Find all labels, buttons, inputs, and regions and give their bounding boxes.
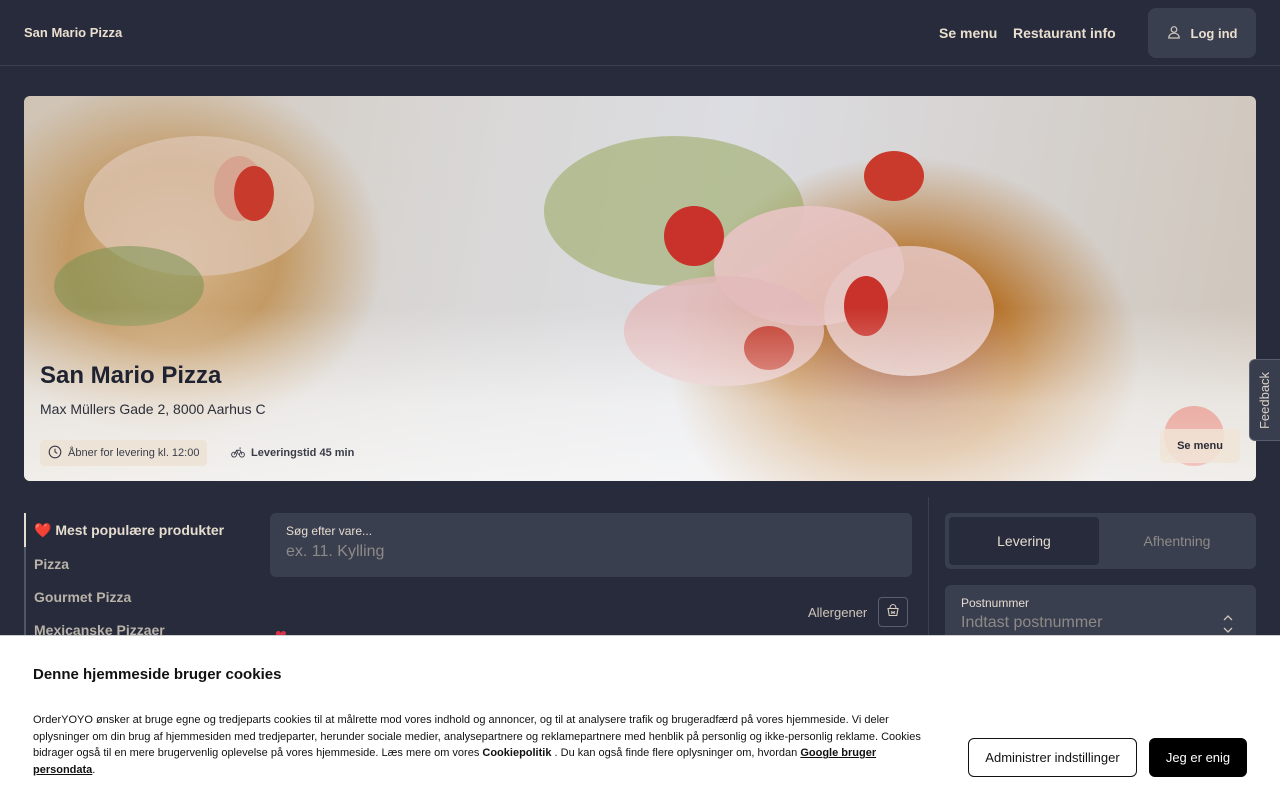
- clock-icon: [48, 445, 62, 462]
- allergen-filter-button[interactable]: [878, 597, 908, 627]
- allergen-icon: [886, 603, 900, 622]
- nav-link-menu[interactable]: Se menu: [939, 25, 997, 41]
- order-mode-toggle: Levering Afhentning: [945, 513, 1256, 569]
- postcode-label: Postnummer: [961, 596, 1030, 610]
- top-navigation-bar: San Mario Pizza Se menu Restaurant info …: [0, 0, 1280, 66]
- delivery-time-chip: Leveringstid 45 min: [223, 440, 362, 466]
- manage-settings-button[interactable]: Administrer indstillinger: [968, 738, 1137, 777]
- hero-gradient-overlay: [24, 96, 1256, 481]
- opening-time-text: Åbner for levering kl. 12:00: [68, 447, 200, 459]
- chevron-up-down-icon: [1221, 613, 1235, 635]
- nav-link-restaurant-info[interactable]: Restaurant info: [1013, 25, 1116, 41]
- search-label: Søg efter vare...: [286, 524, 373, 538]
- cookie-policy-link[interactable]: Cookiepolitik: [482, 747, 551, 759]
- delivery-time-text: Leveringstid 45 min: [251, 447, 355, 459]
- accept-cookies-button[interactable]: Jeg er enig: [1149, 738, 1247, 777]
- bicycle-icon: [231, 445, 245, 462]
- allergen-label: Allergener: [808, 605, 868, 620]
- brand-name[interactable]: San Mario Pizza: [24, 25, 122, 40]
- feedback-label: Feedback: [1257, 371, 1273, 429]
- restaurant-name: San Mario Pizza: [40, 362, 222, 389]
- cookie-text-part: . Du kan også finde flere oplysninger om…: [551, 747, 801, 760]
- column-divider: [928, 497, 929, 637]
- search-input[interactable]: [286, 541, 886, 563]
- cookie-banner-text: OrderYOYO ønsker at bruge egne og tredje…: [33, 712, 929, 778]
- cookie-consent-banner: Denne hjemmeside bruger cookies OrderYOY…: [0, 635, 1280, 800]
- category-item-popular[interactable]: ❤️ Mest populære produkter: [26, 513, 244, 547]
- opening-time-chip: Åbner for levering kl. 12:00: [40, 440, 208, 466]
- product-search-box[interactable]: Søg efter vare...: [270, 513, 912, 577]
- user-icon: [1167, 25, 1181, 42]
- pickup-option[interactable]: Afhentning: [1102, 517, 1252, 565]
- login-button[interactable]: Log ind: [1148, 8, 1256, 58]
- category-sidebar: ❤️ Mest populære produkter Pizza Gourmet…: [24, 513, 244, 646]
- delivery-option[interactable]: Levering: [949, 517, 1099, 565]
- active-category-indicator: [24, 513, 26, 547]
- hero-see-menu-button[interactable]: Se menu: [1160, 429, 1240, 463]
- category-item-gourmet-pizza[interactable]: Gourmet Pizza: [26, 580, 244, 613]
- category-item-pizza[interactable]: Pizza: [26, 547, 244, 580]
- restaurant-hero-banner: San Mario Pizza Max Müllers Gade 2, 8000…: [24, 96, 1256, 481]
- restaurant-address: Max Müllers Gade 2, 8000 Aarhus C: [40, 401, 266, 417]
- feedback-tab[interactable]: Feedback: [1249, 359, 1280, 441]
- cookie-banner-title: Denne hjemmeside bruger cookies: [33, 666, 282, 683]
- login-label: Log ind: [1190, 25, 1238, 41]
- postcode-input[interactable]: [961, 613, 1201, 633]
- cookie-text-part: .: [92, 763, 96, 776]
